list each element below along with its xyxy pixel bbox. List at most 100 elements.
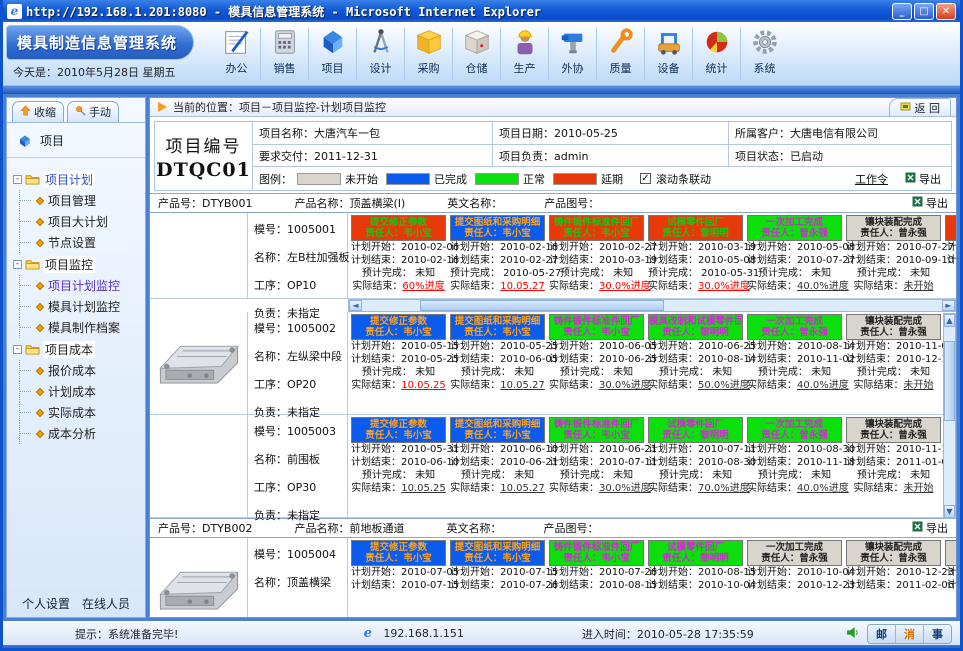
- tree-folder[interactable]: -项目成本: [13, 338, 143, 360]
- task-card-header[interactable]: 铸件锻件标准件回厂责任人：韦小宝: [549, 417, 644, 443]
- task-card-header[interactable]: 铸件锻件标准件回厂责任人：韦小宝: [549, 314, 644, 340]
- task-card-header[interactable]: 一次加工完成责任人：曾永强: [747, 215, 842, 241]
- tray-button-2[interactable]: 消: [895, 625, 923, 643]
- scrollbar-track[interactable]: [944, 327, 955, 505]
- sidebar-footer-link[interactable]: 在线人员: [82, 597, 130, 611]
- task-card-header[interactable]: 铸件锻件标准件回厂责任人：韦小宝: [549, 215, 644, 241]
- task-card-header[interactable]: 一次加工完成责任人：曾永强: [747, 417, 842, 443]
- task-result-link[interactable]: 未开始: [904, 483, 934, 494]
- task-result-link[interactable]: 10.05.25: [401, 483, 446, 494]
- tree-item[interactable]: 节点设置: [13, 232, 143, 253]
- scrollbar-thumb[interactable]: [420, 300, 664, 311]
- tree-item[interactable]: 实际成本: [13, 402, 143, 423]
- tree-item[interactable]: 成本分析: [13, 423, 143, 444]
- collapse-box-icon[interactable]: -: [13, 260, 22, 269]
- task-card-header[interactable]: 镶块装配完成责任人：曾永强: [846, 314, 941, 340]
- vertical-scrollbar[interactable]: ▲▼: [943, 313, 956, 519]
- maximize-button[interactable]: □: [914, 3, 934, 20]
- tray-button-3[interactable]: 事: [923, 625, 951, 643]
- sidebar-tab-manual[interactable]: 手动: [67, 101, 119, 122]
- toolbar-item-equipment[interactable]: 设备: [645, 23, 692, 83]
- task-result-link[interactable]: 40.0%进度: [797, 483, 849, 494]
- product-export-button[interactable]: 导出: [912, 520, 948, 536]
- toolbar-item-warehouse[interactable]: 仓储: [453, 23, 500, 83]
- horizontal-scrollbar[interactable]: ◄►: [348, 299, 956, 312]
- task-card-header[interactable]: 提交修正参数责任人：韦小宝: [351, 540, 446, 566]
- task-card-header[interactable]: 镶块装配完成责任人：曾永强: [846, 215, 941, 241]
- task-card-header[interactable]: [945, 540, 956, 566]
- task-result-link[interactable]: 30.0%进度: [599, 483, 651, 494]
- task-result-link[interactable]: 10.05.27: [500, 483, 545, 494]
- task-result-link[interactable]: 10.05.27: [500, 281, 545, 292]
- task-result-link[interactable]: 60%进度: [402, 281, 444, 292]
- project-export-button[interactable]: 导出: [905, 171, 941, 187]
- task-card-header[interactable]: 模具改制和试模零件回厂责任人：黎明明: [648, 314, 743, 340]
- speaker-icon[interactable]: [846, 626, 859, 642]
- task-card-header[interactable]: 铸件锻件标准件回厂责任人：韦小宝: [549, 540, 644, 566]
- task-result-link[interactable]: 30.0%进度: [599, 380, 651, 391]
- task-card-header[interactable]: 提交修正参数责任人：韦小宝: [351, 314, 446, 340]
- task-card-header[interactable]: 提交图纸和采购明细责任人：韦小宝: [450, 314, 545, 340]
- tray-button-1[interactable]: 邮: [868, 625, 895, 643]
- sidebar-tab-collapse[interactable]: 收缩: [12, 101, 64, 122]
- task-card-header[interactable]: [945, 215, 956, 241]
- scroll-down-arrow[interactable]: ▼: [944, 505, 955, 518]
- sidebar-module[interactable]: 项目: [7, 123, 145, 158]
- close-button[interactable]: ✕: [936, 3, 956, 20]
- task-result-link[interactable]: 50.0%进度: [698, 380, 750, 391]
- tree-item[interactable]: 项目大计划: [13, 211, 143, 232]
- toolbar-item-project[interactable]: 项目: [309, 23, 356, 83]
- toolbar-item-design[interactable]: 设计: [357, 23, 404, 83]
- scroll-left-arrow[interactable]: ◄: [349, 300, 362, 311]
- toolbar-item-stats[interactable]: 统计: [693, 23, 740, 83]
- toolbar-item-production[interactable]: 生产: [501, 23, 548, 83]
- scrollbar-track[interactable]: [362, 300, 942, 311]
- task-card-header[interactable]: 提交修正参数责任人：韦小宝: [351, 215, 446, 241]
- task-card-header[interactable]: 提交修正参数责任人：韦小宝: [351, 417, 446, 443]
- task-card-header[interactable]: 试模零件回厂责任人：黎明明: [648, 215, 743, 241]
- task-card-header[interactable]: 提交图纸和采购明细责任人：韦小宝: [450, 540, 545, 566]
- sidebar-footer-link[interactable]: 个人设置: [22, 597, 70, 611]
- scroll-right-arrow[interactable]: ►: [942, 300, 955, 311]
- task-result-link[interactable]: 10.05.27: [500, 380, 545, 391]
- tree-item[interactable]: 模具计划监控: [13, 296, 143, 317]
- task-result-link[interactable]: 30.0%进度: [599, 281, 651, 292]
- tree-item[interactable]: 项目管理: [13, 190, 143, 211]
- task-card-header[interactable]: 试模零件回厂责任人：黎明明: [648, 417, 743, 443]
- toolbar-item-sales[interactable]: 销售: [261, 23, 308, 83]
- tree-folder[interactable]: -项目监控: [13, 253, 143, 275]
- task-card-header[interactable]: 一次加工完成责任人：曾永强: [747, 540, 842, 566]
- toolbar-item-purchase[interactable]: 采购: [405, 23, 452, 83]
- task-result-link[interactable]: 10.05.25: [401, 380, 446, 391]
- minimize-button[interactable]: _: [892, 3, 912, 20]
- task-card-header[interactable]: 提交图纸和采购明细责任人：韦小宝: [450, 215, 545, 241]
- return-button[interactable]: 返 回: [889, 98, 952, 116]
- tree-item[interactable]: 模具制作档案: [13, 317, 143, 338]
- task-result-link[interactable]: 40.0%进度: [797, 380, 849, 391]
- task-result-link[interactable]: 70.0%进度: [698, 483, 750, 494]
- task-result-link[interactable]: 未开始: [904, 281, 934, 292]
- scrollbar-link-checkbox[interactable]: ✓: [640, 173, 651, 184]
- toolbar-item-office[interactable]: 办公: [213, 23, 260, 83]
- product-export-button[interactable]: 导出: [912, 195, 948, 211]
- tree-item[interactable]: 项目计划监控: [13, 275, 143, 296]
- tree-item[interactable]: 报价成本: [13, 360, 143, 381]
- collapse-box-icon[interactable]: -: [13, 175, 22, 184]
- toolbar-item-quality[interactable]: 质量: [597, 23, 644, 83]
- toolbar-item-outsource[interactable]: 外协: [549, 23, 596, 83]
- task-card-header[interactable]: 试模零件回厂责任人：黎明明: [648, 540, 743, 566]
- task-card-header[interactable]: 一次加工完成责任人：曾永强: [747, 314, 842, 340]
- task-card-header[interactable]: 镶块装配完成责任人：曾永强: [846, 540, 941, 566]
- scroll-up-arrow[interactable]: ▲: [944, 314, 955, 327]
- task-card-header[interactable]: 提交图纸和采购明细责任人：韦小宝: [450, 417, 545, 443]
- scrollbar-thumb[interactable]: [944, 341, 955, 421]
- tree-folder[interactable]: -项目计划: [13, 168, 143, 190]
- task-result-link[interactable]: 40.0%进度: [797, 281, 849, 292]
- toolbar-item-system[interactable]: 系统: [741, 23, 788, 83]
- task-result-link[interactable]: 30.0%进度: [698, 281, 750, 292]
- work-order-link[interactable]: 工作令: [855, 171, 888, 187]
- collapse-box-icon[interactable]: -: [13, 345, 22, 354]
- task-result-link[interactable]: 未开始: [904, 380, 934, 391]
- tree-item[interactable]: 计划成本: [13, 381, 143, 402]
- task-card-header[interactable]: 镶块装配完成责任人：曾永强: [846, 417, 941, 443]
